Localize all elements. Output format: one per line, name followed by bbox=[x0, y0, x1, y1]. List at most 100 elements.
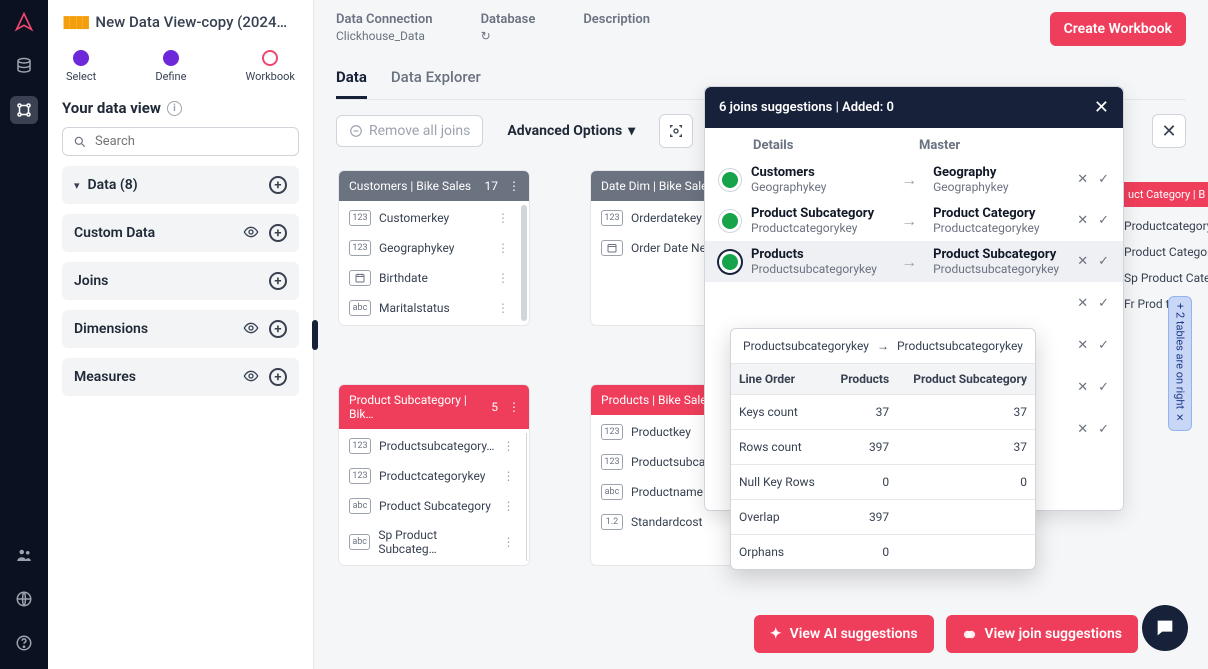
kebab-icon[interactable]: ⋮ bbox=[508, 400, 519, 414]
col-header: Product Subcategory bbox=[897, 364, 1035, 395]
create-workbook-button[interactable]: Create Workbook bbox=[1050, 12, 1186, 46]
advanced-options-button[interactable]: Advanced Options ▾ bbox=[495, 116, 647, 146]
page-title-text: New Data View-copy (2024… bbox=[95, 13, 287, 31]
tab-data[interactable]: Data bbox=[336, 68, 367, 99]
minus-circle-icon bbox=[349, 124, 363, 138]
help-icon[interactable] bbox=[10, 629, 38, 657]
panel-header: 6 joins suggestions | Added: 0 ✕ bbox=[705, 87, 1123, 128]
accept-icon[interactable]: ✓ bbox=[1098, 254, 1109, 269]
kebab-icon[interactable]: ⋮ bbox=[508, 179, 519, 193]
step-select[interactable]: Select bbox=[66, 50, 96, 83]
join-suggestion-row[interactable]: ✕✓ bbox=[705, 282, 1123, 324]
table-row: Null Key Rows00 bbox=[731, 465, 1035, 500]
offscreen-tables-chip[interactable]: + 2 tables are on right ✕ bbox=[1168, 296, 1192, 431]
section-title: Your data view i bbox=[62, 99, 299, 117]
accept-icon[interactable]: ✓ bbox=[1098, 296, 1109, 311]
table-card-product-subcategory[interactable]: Product Subcategory | Bik…5⋮ 123Products… bbox=[338, 384, 530, 566]
group-measures[interactable]: Measures + bbox=[62, 358, 299, 396]
field-item[interactable]: Birthdate⋮ bbox=[339, 263, 519, 293]
reject-icon[interactable]: ✕ bbox=[1077, 380, 1088, 395]
globe-icon[interactable] bbox=[10, 585, 38, 613]
eye-icon[interactable] bbox=[243, 368, 259, 386]
calendar-icon bbox=[601, 240, 623, 256]
info-icon[interactable]: i bbox=[167, 101, 182, 116]
step-define[interactable]: Define bbox=[155, 50, 186, 83]
table-card-product-category-partial[interactable]: uct Category | B Productcategory Product… bbox=[1120, 182, 1208, 311]
close-icon[interactable]: ✕ bbox=[1176, 413, 1184, 424]
field-item[interactable]: abcProduct Subcategory⋮ bbox=[339, 491, 524, 521]
reject-icon[interactable]: ✕ bbox=[1077, 338, 1088, 353]
users-icon[interactable] bbox=[10, 541, 38, 569]
reject-icon[interactable]: ✕ bbox=[1077, 213, 1088, 228]
join-suggestion-row[interactable]: Product SubcategoryProductcategorykey → … bbox=[705, 200, 1123, 241]
close-icon[interactable]: ✕ bbox=[1094, 97, 1109, 118]
field-item[interactable]: 123Customerkey⋮ bbox=[339, 203, 519, 233]
accept-icon[interactable]: ✓ bbox=[1098, 338, 1109, 353]
join-suggestion-row-selected[interactable]: ProductsProductsubcategorykey → Product … bbox=[705, 241, 1123, 282]
field-item[interactable]: 123Geographykey⋮ bbox=[339, 233, 519, 263]
reject-icon[interactable]: ✕ bbox=[1077, 422, 1088, 437]
group-data[interactable]: ▾Data (8) + bbox=[62, 166, 299, 204]
join-stats-tooltip: Productsubcategorykey → Productsubcatego… bbox=[730, 328, 1036, 570]
tab-data-explorer[interactable]: Data Explorer bbox=[391, 68, 481, 99]
col-header: Line Order bbox=[731, 364, 828, 395]
table-row: Keys count3737 bbox=[731, 395, 1035, 430]
reject-icon[interactable]: ✕ bbox=[1077, 172, 1088, 187]
status-dot-icon bbox=[719, 169, 741, 191]
add-icon[interactable]: + bbox=[269, 272, 287, 290]
search-input[interactable] bbox=[95, 134, 288, 149]
dataset-icon: ▮▮▮▮ bbox=[62, 12, 87, 32]
reject-icon[interactable]: ✕ bbox=[1077, 254, 1088, 269]
view-join-suggestions-button[interactable]: View join suggestions bbox=[946, 615, 1138, 653]
accept-icon[interactable]: ✓ bbox=[1098, 213, 1109, 228]
eye-icon[interactable] bbox=[243, 320, 259, 338]
kebab-icon[interactable]: ⋮ bbox=[497, 211, 509, 225]
tooltip-header: Productsubcategorykey → Productsubcatego… bbox=[731, 329, 1035, 363]
arrow-right-icon: → bbox=[901, 252, 917, 272]
refresh-icon[interactable]: ↻ bbox=[481, 29, 536, 43]
group-dimensions[interactable]: Dimensions + bbox=[62, 310, 299, 348]
stepper: Select Define Workbook bbox=[66, 50, 295, 83]
accept-icon[interactable]: ✓ bbox=[1098, 380, 1109, 395]
scan-icon[interactable] bbox=[659, 114, 693, 148]
table-card-customers[interactable]: Customers | Bike Sales17⋮ 123Customerkey… bbox=[338, 170, 530, 326]
accept-icon[interactable]: ✓ bbox=[1098, 172, 1109, 187]
field-item[interactable]: abcSp Product Subcateg…⋮ bbox=[339, 521, 524, 563]
field-item[interactable]: abcMaritalstatus⋮ bbox=[339, 293, 519, 323]
step-workbook[interactable]: Workbook bbox=[246, 50, 295, 83]
add-icon[interactable]: + bbox=[269, 368, 287, 386]
field-item[interactable]: 123Productcategorykey⋮ bbox=[339, 461, 524, 491]
meta-row: Data Connection Clickhouse_Data Database… bbox=[336, 12, 1186, 46]
meta-connection: Data Connection Clickhouse_Data bbox=[336, 12, 433, 43]
add-icon[interactable]: + bbox=[269, 176, 287, 194]
add-icon[interactable]: + bbox=[269, 320, 287, 338]
scrollbar[interactable] bbox=[526, 433, 527, 561]
chat-icon bbox=[1154, 617, 1176, 639]
add-icon[interactable]: + bbox=[269, 224, 287, 242]
model-icon[interactable] bbox=[10, 96, 38, 124]
group-joins[interactable]: Joins + bbox=[62, 262, 299, 300]
field-item[interactable]: 123Productsubcategory…⋮ bbox=[339, 431, 524, 461]
eye-icon[interactable] bbox=[243, 224, 259, 242]
scrollbar[interactable] bbox=[521, 205, 527, 321]
status-dot-icon bbox=[719, 251, 741, 273]
chat-fab[interactable] bbox=[1142, 605, 1188, 651]
join-suggestion-row[interactable]: CustomersGeographykey → GeographyGeograp… bbox=[705, 159, 1123, 200]
table-row: Orphans0 bbox=[731, 535, 1035, 570]
app-logo-icon[interactable] bbox=[10, 8, 38, 36]
field-list: 123Customerkey⋮ 123Geographykey⋮ Birthda… bbox=[339, 201, 519, 325]
close-icon[interactable]: ✕ bbox=[1152, 114, 1186, 148]
group-custom-data[interactable]: Custom Data + bbox=[62, 214, 299, 252]
view-ai-suggestions-button[interactable]: ✦ View AI suggestions bbox=[754, 615, 934, 653]
remove-joins-button[interactable]: Remove all joins bbox=[336, 115, 483, 147]
search-icon bbox=[73, 135, 87, 149]
arrow-right-icon: → bbox=[901, 170, 917, 190]
join-icon bbox=[962, 627, 977, 642]
reject-icon[interactable]: ✕ bbox=[1077, 296, 1088, 311]
page-title: ▮▮▮▮ New Data View-copy (2024… bbox=[62, 12, 299, 32]
accept-icon[interactable]: ✓ bbox=[1098, 422, 1109, 437]
database-icon[interactable] bbox=[10, 52, 38, 80]
left-rail bbox=[0, 0, 48, 669]
search-input-wrap[interactable] bbox=[62, 127, 299, 156]
footer-buttons: ✦ View AI suggestions View join suggesti… bbox=[754, 615, 1138, 653]
